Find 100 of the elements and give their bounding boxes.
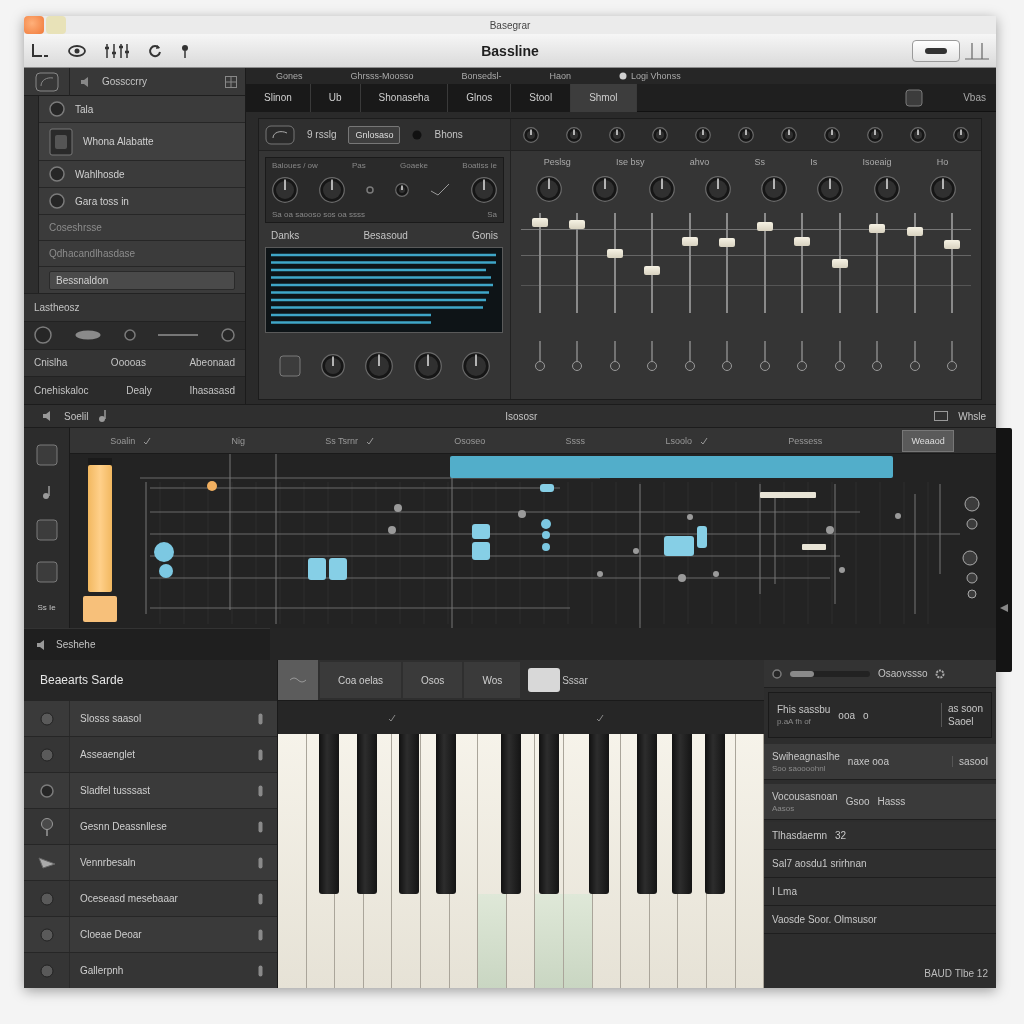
fader-thumb[interactable] xyxy=(831,258,848,268)
note-dot[interactable] xyxy=(633,548,639,554)
browser-item[interactable]: Whona Alabatte xyxy=(39,123,245,161)
knob-icon[interactable] xyxy=(413,352,442,380)
knob-icon[interactable] xyxy=(471,177,497,203)
fader-thumb[interactable] xyxy=(719,238,736,248)
axis-icon[interactable] xyxy=(30,42,50,59)
switch-icon[interactable] xyxy=(609,341,620,371)
note-dot[interactable] xyxy=(713,571,719,577)
fader-thumb[interactable] xyxy=(681,236,698,246)
switch-icon[interactable] xyxy=(759,341,770,371)
preset-item[interactable]: Oceseasd mesebaaar xyxy=(24,880,277,916)
knob-icon[interactable] xyxy=(824,126,840,143)
preset-item[interactable]: Slosss saasol xyxy=(24,700,277,736)
switch-icon[interactable] xyxy=(572,341,583,371)
note-dot[interactable] xyxy=(388,526,396,534)
loop-icon[interactable] xyxy=(265,124,295,145)
knob-icon[interactable] xyxy=(962,550,978,566)
note-dot[interactable] xyxy=(154,542,174,562)
note-icon[interactable] xyxy=(41,485,52,500)
preset-item[interactable]: Asseaenglet xyxy=(24,736,277,772)
knob-icon[interactable] xyxy=(873,176,900,202)
note-block[interactable] xyxy=(540,484,554,492)
knob-icon[interactable] xyxy=(321,354,346,378)
switch-icon[interactable] xyxy=(647,341,658,371)
browser-item[interactable]: Tala xyxy=(39,96,245,123)
tab[interactable]: Slinon xyxy=(246,83,311,112)
fader-thumb[interactable] xyxy=(869,223,886,233)
knob-icon[interactable] xyxy=(910,126,926,143)
tab[interactable]: Glnos xyxy=(448,83,512,112)
note-dot[interactable] xyxy=(895,513,901,519)
knob-icon[interactable] xyxy=(817,176,844,202)
note-dot[interactable] xyxy=(518,510,526,518)
preset-item[interactable]: Cloeae Deoar xyxy=(24,916,277,952)
sliders-icon[interactable] xyxy=(104,42,130,59)
bars-icon[interactable] xyxy=(964,40,990,61)
knob-icon[interactable] xyxy=(395,183,409,197)
rounded-square-icon[interactable] xyxy=(35,443,58,466)
fader-thumb[interactable] xyxy=(644,265,661,275)
knob-icon[interactable] xyxy=(781,126,797,143)
preset-item[interactable]: Vennrbesaln xyxy=(24,844,277,880)
knob-icon[interactable] xyxy=(272,177,298,203)
rounded-square-icon[interactable] xyxy=(35,519,58,542)
refresh-icon[interactable] xyxy=(148,43,162,58)
knob-icon[interactable] xyxy=(319,177,345,203)
knob-icon[interactable] xyxy=(867,126,883,143)
tab[interactable]: Stool xyxy=(511,83,572,112)
loop-icon[interactable] xyxy=(34,71,59,92)
switch-icon[interactable] xyxy=(947,341,958,371)
knob-icon[interactable] xyxy=(738,126,754,143)
switch-icon[interactable] xyxy=(722,341,733,371)
note-dot[interactable] xyxy=(678,574,686,582)
note-dot[interactable] xyxy=(159,564,173,578)
knob-icon[interactable] xyxy=(592,176,619,202)
eye-icon[interactable] xyxy=(68,44,86,57)
knob-icon[interactable] xyxy=(967,589,977,599)
side-handle[interactable] xyxy=(996,428,1012,672)
window-icon[interactable] xyxy=(934,411,949,421)
knob-icon[interactable] xyxy=(929,176,956,202)
note-dot[interactable] xyxy=(542,531,550,539)
grid-icon[interactable] xyxy=(225,75,237,88)
note-dot[interactable] xyxy=(687,514,693,520)
knob-icon[interactable] xyxy=(761,176,788,202)
meter-handle[interactable] xyxy=(83,596,117,622)
rounded-square-icon[interactable] xyxy=(35,561,58,584)
knob-icon[interactable] xyxy=(966,572,978,584)
switch-icon[interactable] xyxy=(534,341,545,371)
knob-icon[interactable] xyxy=(648,176,675,202)
knob-icon[interactable] xyxy=(964,496,980,512)
fader-thumb[interactable] xyxy=(906,226,923,236)
preset-button[interactable]: Gnlosaso xyxy=(348,125,401,144)
tab[interactable]: Coa oelas xyxy=(320,662,402,698)
name-field[interactable]: Bessnaldon xyxy=(49,270,235,290)
preset-item[interactable]: Gesnn Deassnllese xyxy=(24,808,277,844)
toggle-switch[interactable] xyxy=(528,668,561,692)
fader-thumb[interactable] xyxy=(531,217,548,227)
knob-icon[interactable] xyxy=(695,126,711,143)
fader-thumb[interactable] xyxy=(569,220,586,230)
knob-icon[interactable] xyxy=(953,126,969,143)
preset-item[interactable]: Sladfel tusssast xyxy=(24,772,277,808)
switch-icon[interactable] xyxy=(684,341,695,371)
tab[interactable]: Shmol xyxy=(571,83,637,112)
switch-icon[interactable] xyxy=(834,341,845,371)
marker-dot[interactable] xyxy=(207,481,217,491)
tab[interactable]: Wos xyxy=(464,662,521,698)
sequencer-button[interactable]: Weaaod xyxy=(902,429,954,452)
browser-item[interactable]: Gara toss in xyxy=(39,188,245,215)
note-dot[interactable] xyxy=(542,543,550,551)
knob-icon[interactable] xyxy=(704,176,731,202)
slider-track[interactable] xyxy=(790,670,870,677)
fader-thumb[interactable] xyxy=(606,249,623,259)
fader-thumb[interactable] xyxy=(944,240,961,250)
note-dot[interactable] xyxy=(839,567,845,573)
note-dot[interactable] xyxy=(541,519,551,529)
knob-icon[interactable] xyxy=(966,518,978,530)
knob-icon[interactable] xyxy=(652,126,668,143)
note-dot[interactable] xyxy=(826,526,834,534)
preset-item[interactable]: Gallerpnh xyxy=(24,952,277,988)
knob-icon[interactable] xyxy=(523,126,539,143)
tab[interactable]: Shonaseha xyxy=(360,83,449,112)
